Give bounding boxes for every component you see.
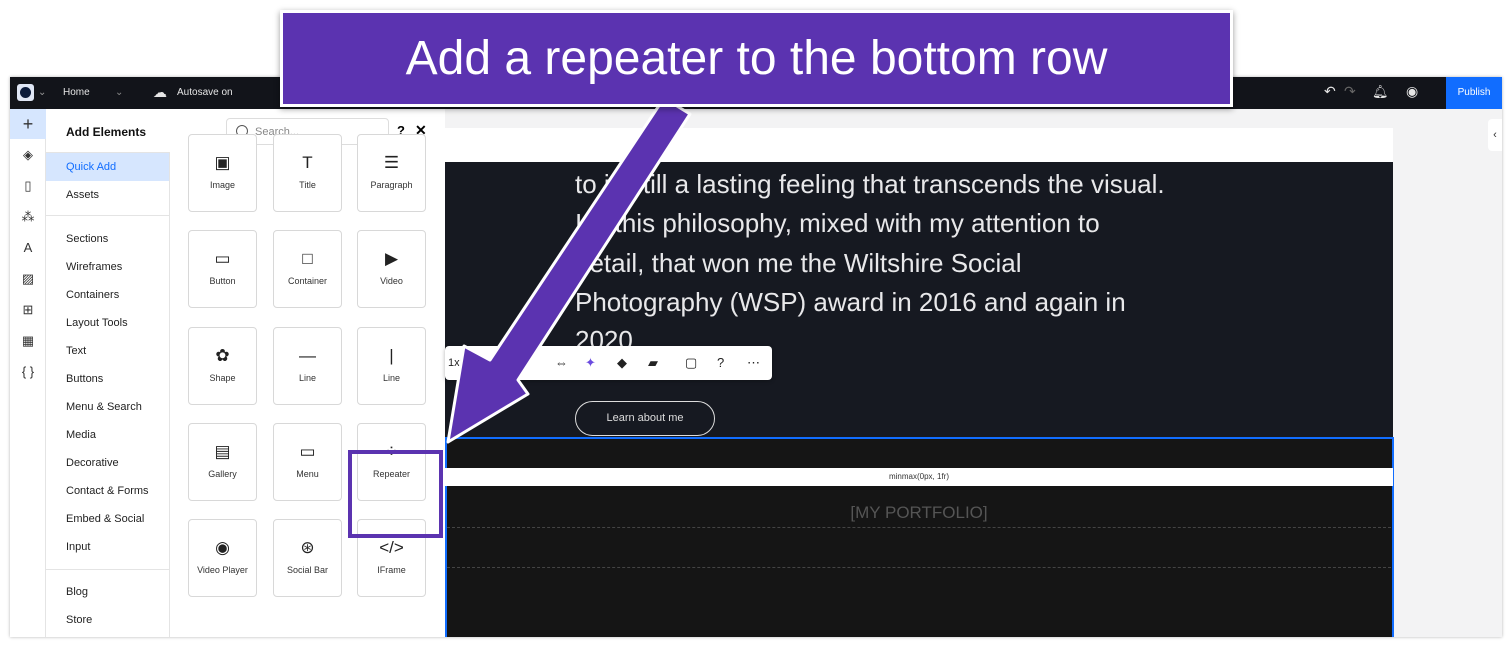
- instruction-banner: Add a repeater to the bottom row: [280, 10, 1233, 107]
